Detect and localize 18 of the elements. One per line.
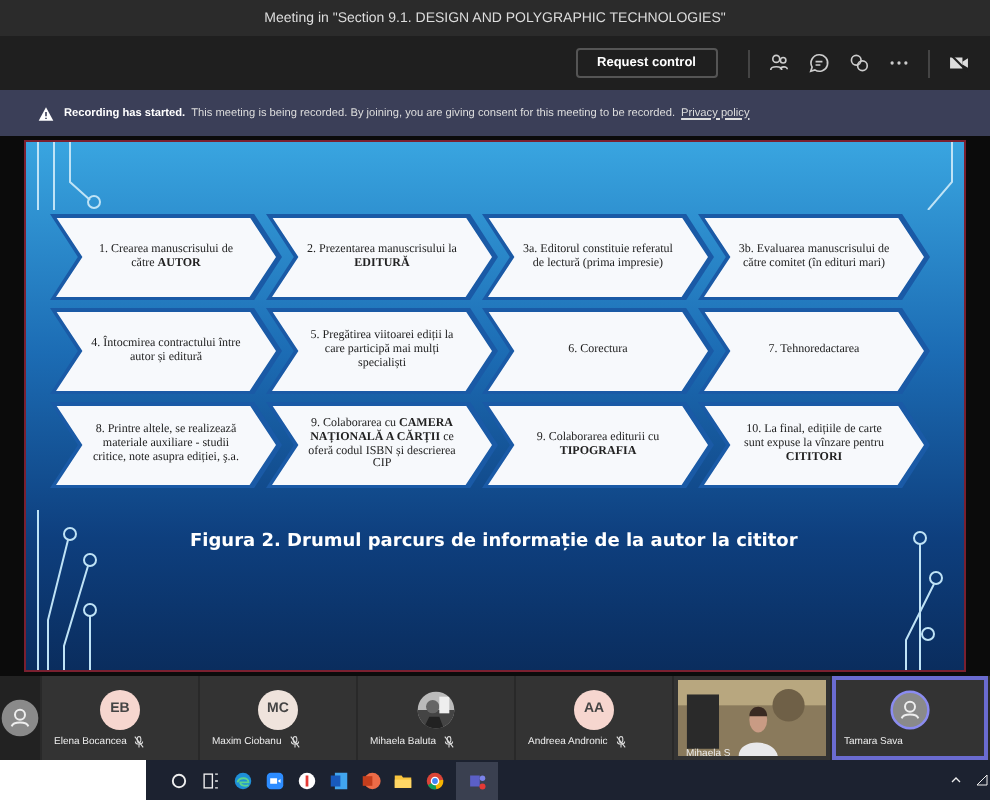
person-avatar-icon <box>890 689 930 729</box>
word-icon[interactable] <box>328 769 350 791</box>
chat-icon[interactable] <box>808 52 830 74</box>
powerpoint-icon[interactable] <box>360 769 382 791</box>
participants-icon[interactable] <box>768 52 790 74</box>
teams-taskbar-button[interactable] <box>456 761 498 799</box>
cortana-icon[interactable] <box>168 769 190 791</box>
search-field[interactable] <box>0 760 146 800</box>
edge-icon[interactable] <box>232 769 254 791</box>
caret-icon[interactable] <box>948 772 964 788</box>
task-view-icon[interactable] <box>200 769 222 791</box>
yandex-browser-icon[interactable] <box>296 769 318 791</box>
figure-caption: Figura 2. Drumul parcurs de informație de la autor la cititor <box>188 532 800 552</box>
camera-off-icon[interactable] <box>948 52 970 74</box>
zoom-icon[interactable] <box>264 769 286 791</box>
person-avatar-icon <box>0 698 40 738</box>
chrome-icon[interactable] <box>424 769 446 791</box>
warning-icon <box>38 105 54 121</box>
